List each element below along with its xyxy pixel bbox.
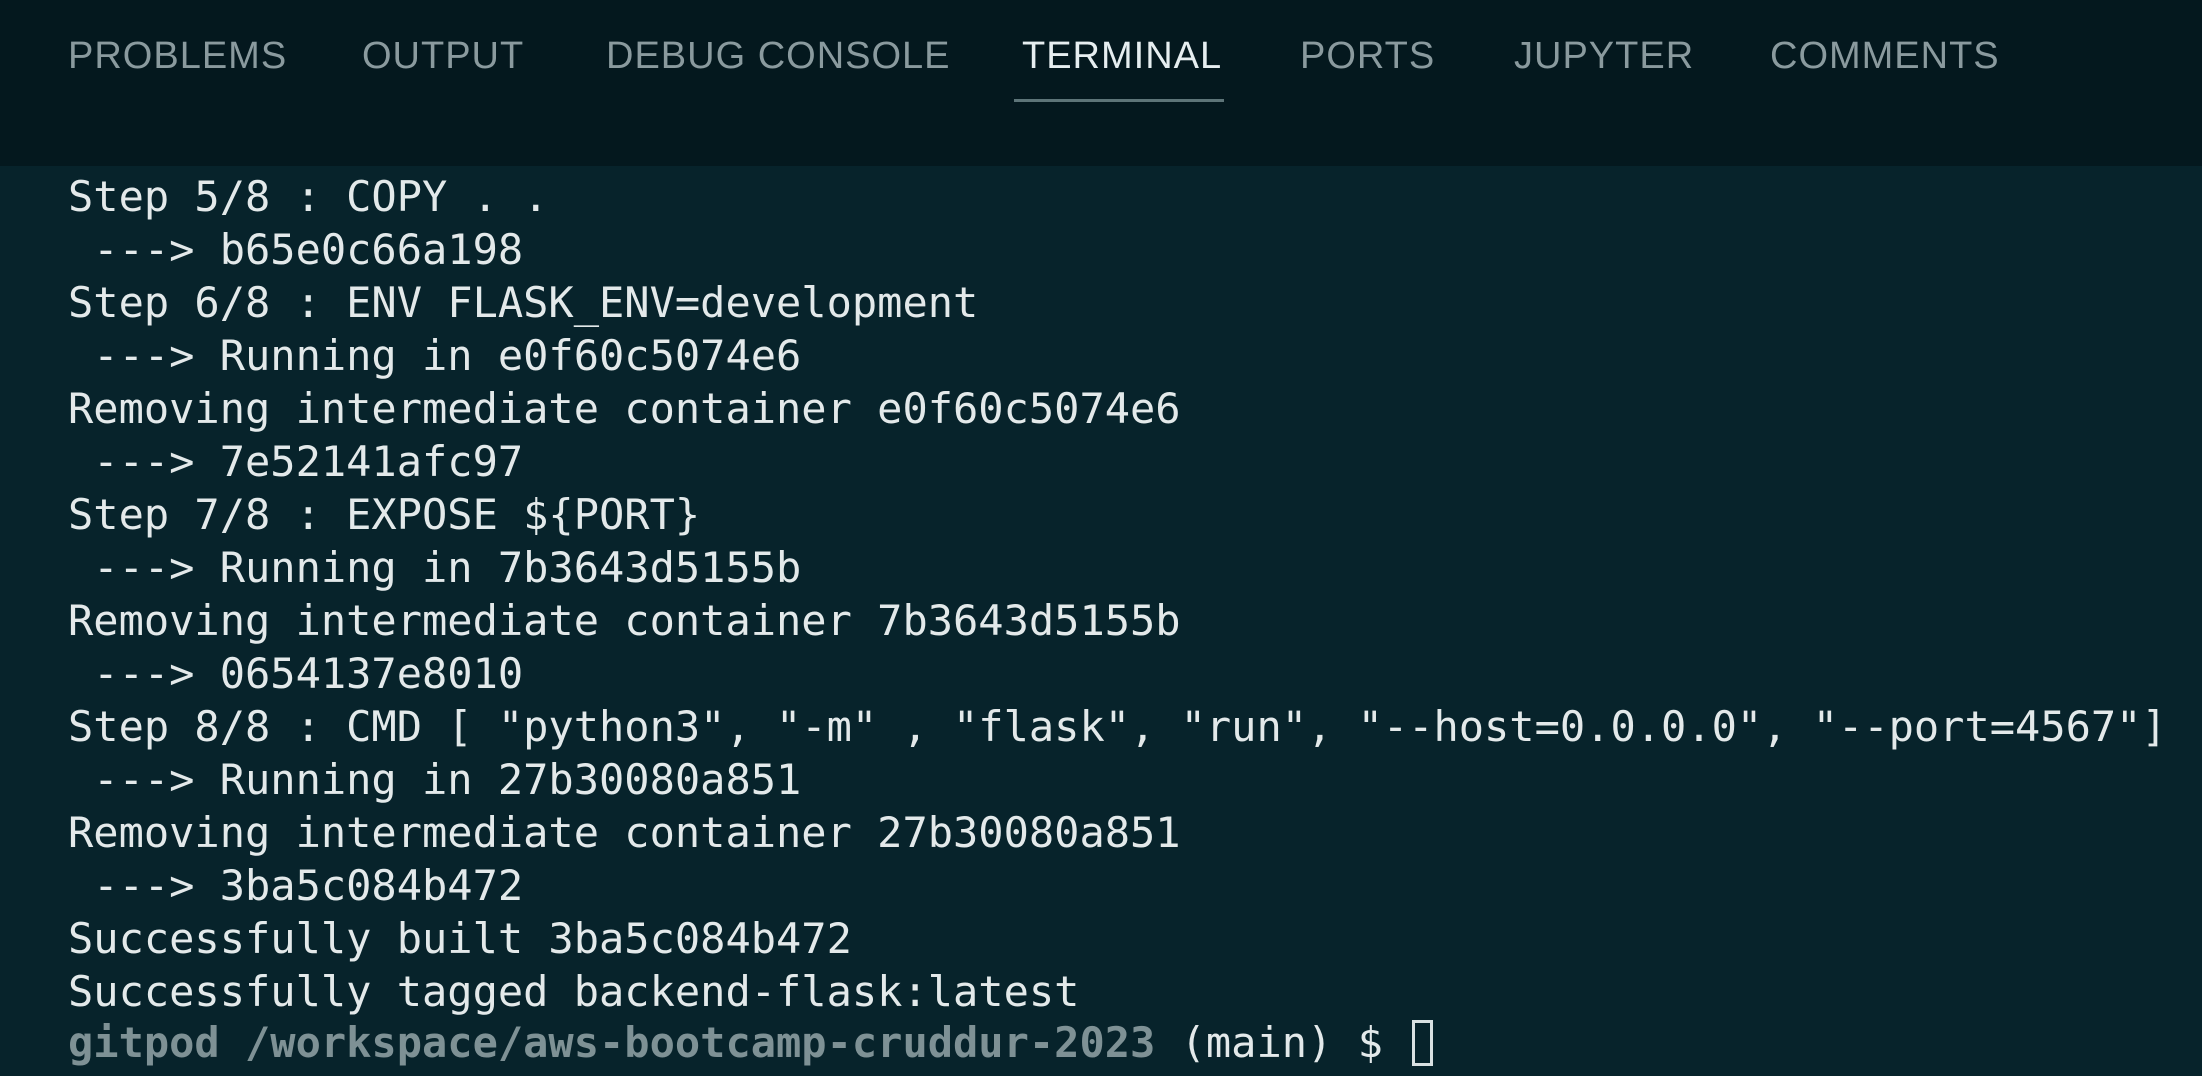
prompt-branch: (main) $ [1155, 1018, 1409, 1067]
prompt-user-path: gitpod /workspace/aws-bootcamp-cruddur-2… [68, 1018, 1156, 1067]
tab-terminal[interactable]: TERMINAL [1022, 30, 1222, 82]
terminal-prompt[interactable]: gitpod /workspace/aws-bootcamp-cruddur-2… [68, 1016, 1434, 1069]
terminal-line: ---> Running in e0f60c5074e6 [68, 331, 802, 380]
terminal-line: Step 8/8 : CMD [ "python3", "-m" , "flas… [68, 702, 2167, 751]
tab-problems[interactable]: PROBLEMS [68, 30, 287, 82]
terminal-line: ---> 0654137e8010 [68, 649, 524, 698]
terminal-line: ---> 7e52141afc97 [68, 437, 524, 486]
terminal-line: Step 7/8 : EXPOSE ${PORT} [68, 490, 701, 539]
terminal-line: ---> Running in 7b3643d5155b [68, 543, 802, 592]
terminal-view[interactable]: Step 5/8 : COPY . . ---> b65e0c66a198 St… [0, 166, 2202, 1076]
terminal-line: ---> b65e0c66a198 [68, 225, 524, 274]
terminal-line: Removing intermediate container 27b30080… [68, 808, 1181, 857]
panel-tab-bar: PROBLEMS OUTPUT DEBUG CONSOLE TERMINAL P… [0, 0, 2202, 166]
tab-debug-console[interactable]: DEBUG CONSOLE [606, 30, 951, 82]
terminal-output: Step 5/8 : COPY . . ---> b65e0c66a198 St… [68, 170, 2178, 1018]
tab-comments[interactable]: COMMENTS [1770, 30, 2000, 82]
terminal-line: ---> Running in 27b30080a851 [68, 755, 802, 804]
tab-ports[interactable]: PORTS [1300, 30, 1435, 82]
terminal-line: Successfully built 3ba5c084b472 [68, 914, 852, 963]
tab-jupyter[interactable]: JUPYTER [1514, 30, 1694, 82]
terminal-line: Removing intermediate container 7b3643d5… [68, 596, 1181, 645]
terminal-line: Step 6/8 : ENV FLASK_ENV=development [68, 278, 979, 327]
terminal-cursor [1412, 1019, 1434, 1066]
terminal-line: Step 5/8 : COPY . . [68, 172, 549, 221]
terminal-line: Successfully tagged backend-flask:latest [68, 967, 1080, 1016]
terminal-line: ---> 3ba5c084b472 [68, 861, 524, 910]
bottom-panel: PROBLEMS OUTPUT DEBUG CONSOLE TERMINAL P… [0, 0, 2202, 1076]
active-tab-indicator [1014, 99, 1224, 102]
terminal-line: Removing intermediate container e0f60c50… [68, 384, 1181, 433]
tab-output[interactable]: OUTPUT [362, 30, 524, 82]
